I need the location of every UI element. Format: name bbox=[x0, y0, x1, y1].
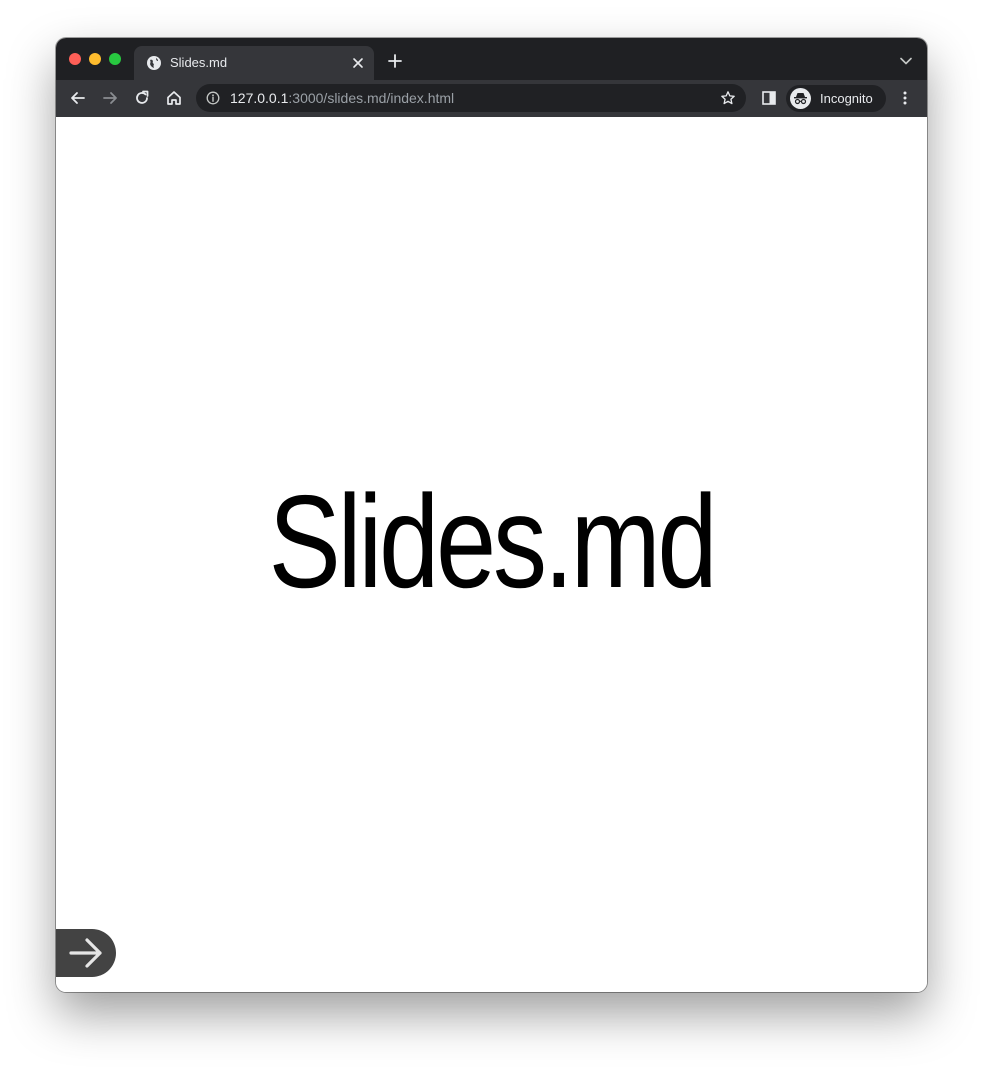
incognito-profile-button[interactable]: Incognito bbox=[786, 85, 886, 112]
bookmark-star-icon[interactable] bbox=[720, 90, 736, 106]
side-panel-icon[interactable] bbox=[760, 89, 778, 107]
url-text: 127.0.0.1:3000/slides.md/index.html bbox=[230, 90, 454, 106]
slide-title: Slides.md bbox=[268, 468, 718, 615]
chevron-down-icon[interactable] bbox=[900, 57, 912, 65]
home-icon[interactable] bbox=[165, 89, 183, 107]
browser-window: Slides.md 127.0.0.1:3000/slides.md/index… bbox=[56, 38, 927, 992]
close-window-button[interactable] bbox=[69, 53, 81, 65]
more-menu-icon[interactable] bbox=[896, 89, 914, 107]
minimize-window-button[interactable] bbox=[89, 53, 101, 65]
close-tab-icon[interactable] bbox=[352, 57, 364, 69]
tab-slides-md[interactable]: Slides.md bbox=[134, 46, 374, 80]
info-icon[interactable] bbox=[206, 91, 220, 105]
tab-strip: Slides.md bbox=[56, 38, 927, 80]
url-host: 127.0.0.1 bbox=[230, 90, 289, 106]
maximize-window-button[interactable] bbox=[109, 53, 121, 65]
globe-icon bbox=[147, 56, 161, 70]
forward-icon[interactable] bbox=[101, 89, 119, 107]
back-icon[interactable] bbox=[69, 89, 87, 107]
page-content: Slides.md bbox=[56, 117, 927, 992]
next-slide-button[interactable] bbox=[56, 929, 116, 977]
url-path: :3000/slides.md/index.html bbox=[288, 90, 455, 106]
browser-toolbar: 127.0.0.1:3000/slides.md/index.html Inco… bbox=[56, 80, 927, 117]
incognito-label: Incognito bbox=[820, 91, 873, 106]
incognito-icon bbox=[790, 88, 811, 109]
reload-icon[interactable] bbox=[133, 89, 151, 107]
new-tab-icon[interactable] bbox=[388, 54, 402, 68]
arrow-right-icon bbox=[69, 938, 102, 968]
tab-title: Slides.md bbox=[170, 55, 228, 70]
address-bar[interactable]: 127.0.0.1:3000/slides.md/index.html bbox=[196, 84, 746, 112]
